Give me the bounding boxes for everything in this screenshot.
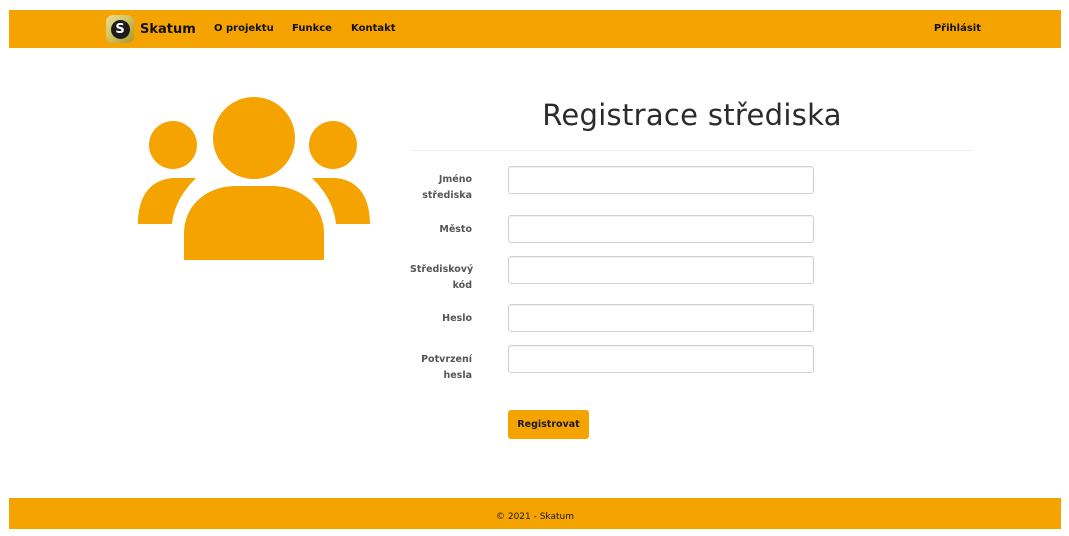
brand-logo-letter: S (110, 19, 130, 39)
label-line: kód (452, 280, 472, 291)
city-input[interactable] (508, 215, 814, 243)
nav-link-about[interactable]: O projektu (214, 10, 274, 48)
brand-link[interactable]: S Skatum (106, 14, 196, 44)
label-line: Jméno (438, 174, 472, 185)
brand-logo-icon: S (106, 15, 134, 43)
footer-text: © 2021 - Skatum (495, 512, 575, 522)
label-center-name: Jméno střediska (410, 172, 472, 204)
center-name-input[interactable] (508, 166, 814, 194)
brand-name: Skatum (140, 21, 196, 37)
password-confirm-input[interactable] (508, 345, 814, 373)
login-link[interactable]: Přihlásit (934, 10, 981, 48)
label-line: Střediskový (410, 264, 474, 275)
top-navbar: S Skatum O projektu Funkce Kontakt Přihl… (9, 10, 1061, 48)
label-line: Potvrzení (421, 354, 472, 365)
label-line: hesla (443, 370, 472, 381)
label-line: střediska (422, 190, 472, 201)
center-code-input[interactable] (508, 256, 814, 284)
password-input[interactable] (508, 304, 814, 332)
users-group-icon (138, 97, 370, 260)
label-line: Heslo (442, 313, 472, 324)
label-password-confirm: Potvrzení hesla (410, 352, 472, 384)
title-divider (411, 150, 973, 151)
nav-link-contact[interactable]: Kontakt (351, 10, 396, 48)
nav-link-features[interactable]: Funkce (292, 10, 332, 48)
page-title: Registrace střediska (542, 98, 842, 132)
label-city: Město (410, 222, 472, 238)
label-line: Město (439, 224, 472, 235)
footer: © 2021 - Skatum (9, 498, 1061, 529)
label-password: Heslo (410, 311, 472, 327)
register-button[interactable]: Registrovat (508, 410, 589, 439)
label-center-code: Střediskový kód (410, 262, 474, 294)
